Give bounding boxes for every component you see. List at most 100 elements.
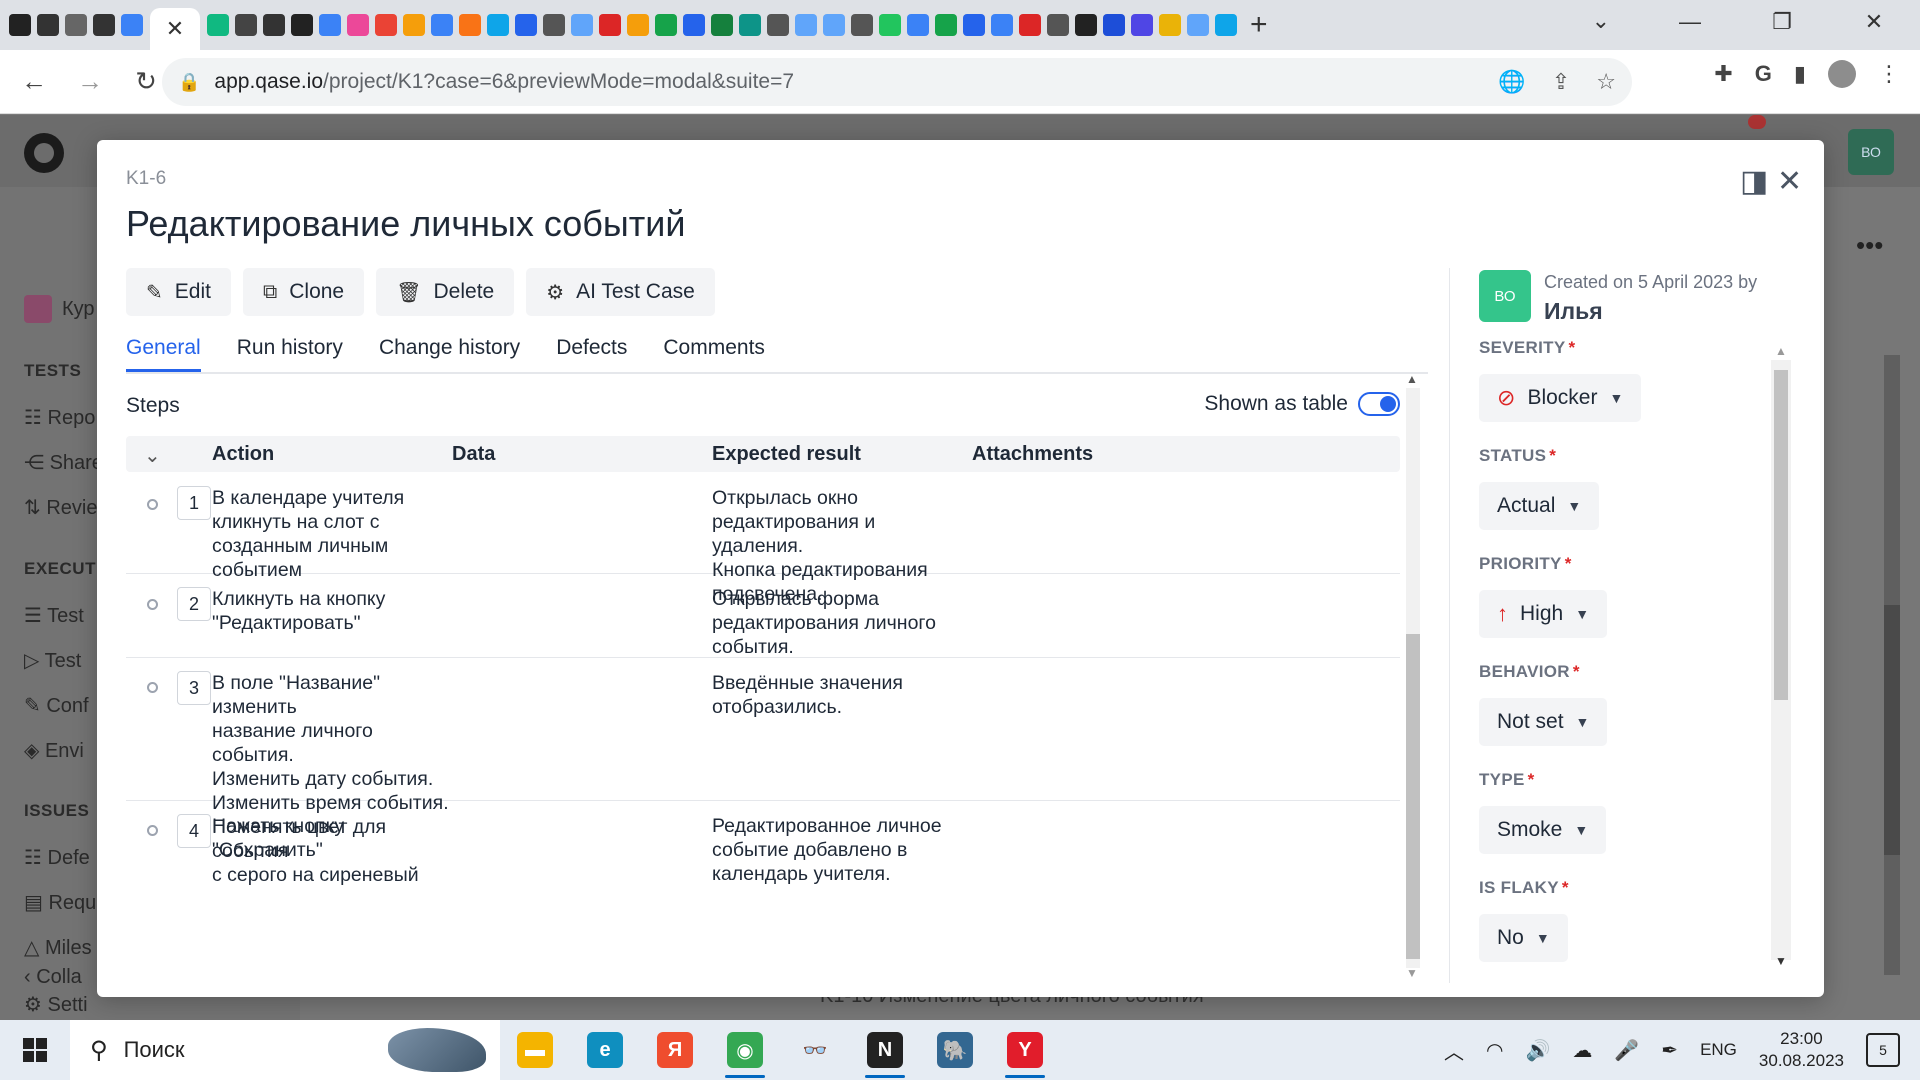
scroll-up-icon[interactable]: ▲ [1775,344,1787,358]
sidebar-item-requirements[interactable]: ▤ Requ [24,890,96,915]
taskbar-app-yandex-browser[interactable]: Y [990,1020,1060,1080]
taskbar-app-file-explorer[interactable]: ▬ [500,1020,570,1080]
favicon-notion-2-icon[interactable] [93,14,115,36]
favicon-9-icon[interactable] [291,14,313,36]
share-icon[interactable]: ⇪ [1552,69,1570,95]
close-icon[interactable]: ✕ [1777,164,1802,199]
taskbar-app-chrome[interactable]: ◉ [710,1020,780,1080]
favicon-31-icon[interactable] [907,14,929,36]
address-bar[interactable]: 🔒 app.qase.io/project/K1?case=6&previewM… [162,58,1632,106]
sidebar-item-settings[interactable]: ⚙ Setti [24,992,88,1017]
browser-menu-icon[interactable]: ⋮ [1878,61,1900,87]
notification-center-icon[interactable]: 5 [1866,1033,1900,1067]
tab-run-history[interactable]: Run history [237,336,343,372]
favicon-24-icon[interactable] [711,14,733,36]
steps-scrollbar[interactable]: ▲ ▼ [1402,372,1422,980]
favicon-16-icon[interactable] [487,14,509,36]
favicon-11-icon[interactable] [347,14,369,36]
favicon-8-icon[interactable] [263,14,285,36]
favicon-10-icon[interactable] [319,14,341,36]
favicon-41-icon[interactable] [1187,14,1209,36]
favicon-google-icon[interactable] [375,14,397,36]
step-drag-handle[interactable] [147,599,158,610]
favicon-27-icon[interactable] [795,14,817,36]
favicon-29-icon[interactable] [851,14,873,36]
delete-button[interactable]: 🗑 Delete [376,268,515,316]
favicon-21-icon[interactable] [627,14,649,36]
side-panel-icon[interactable]: ▮ [1794,61,1806,87]
favicon-30-icon[interactable] [879,14,901,36]
table-row[interactable]: 2 Кликнуть на кнопку "Редактировать" Отк… [126,575,1400,658]
type-select[interactable]: Smoke ▼ [1479,806,1607,854]
tab-change-history[interactable]: Change history [379,336,520,372]
severity-select[interactable]: ⊘ Blocker ▼ [1479,374,1642,422]
taskbar-app-notion[interactable]: N [850,1020,920,1080]
sidebar-project[interactable]: Кур [24,295,95,323]
table-row[interactable]: 4 Нажать кнопку "Сохранить" Редактирован… [126,802,1400,902]
bookmark-star-icon[interactable]: ☆ [1596,69,1616,95]
table-row[interactable]: 3 В поле "Название" изменить название ли… [126,659,1400,886]
favicon-35-icon[interactable] [1019,14,1041,36]
sidebar-item-review[interactable]: ⇅ Revie [24,495,97,520]
microphone-icon[interactable]: 🎤 [1614,1038,1639,1063]
favicon-25-icon[interactable] [739,14,761,36]
favicon-3-icon[interactable] [65,14,87,36]
favicon-20-icon[interactable] [599,14,621,36]
is-flaky-select[interactable]: No ▼ [1479,914,1568,962]
extensions-puzzle-icon[interactable]: ✚ [1714,61,1732,87]
priority-select[interactable]: ↑ High ▼ [1479,590,1608,638]
favicon-28-icon[interactable] [823,14,845,36]
minimize-icon[interactable]: — [1644,0,1736,44]
favicon-26-icon[interactable] [767,14,789,36]
scroll-down-icon[interactable]: ▼ [1775,954,1787,968]
behavior-select[interactable]: Not set ▼ [1479,698,1608,746]
language-indicator[interactable]: ENG [1700,1040,1737,1060]
grammarly-icon[interactable]: G [1755,61,1772,87]
shown-as-table-toggle[interactable] [1358,392,1400,416]
favicon-18-icon[interactable] [543,14,565,36]
favicon-22-icon[interactable] [655,14,677,36]
favicon-23-icon[interactable] [683,14,705,36]
start-button[interactable] [0,1020,70,1080]
status-select[interactable]: Actual ▼ [1479,482,1600,530]
sidebar-item-test-plans[interactable]: ▷ Test [24,648,81,673]
tray-overflow-icon[interactable]: ︿ [1444,1036,1464,1065]
step-drag-handle[interactable] [147,682,158,693]
favicon-14-icon[interactable] [431,14,453,36]
ai-test-case-button[interactable]: ⚙ AI Test Case [526,268,715,316]
sidebar-item-shared[interactable]: ⋲ Share [24,450,103,475]
background-scroll-thumb[interactable] [1884,605,1900,855]
tab-search-chevron-icon[interactable]: ⌄ [1592,8,1610,34]
favicon-37-icon[interactable] [1075,14,1097,36]
step-drag-handle[interactable] [147,499,158,510]
taskbar-search[interactable]: ⚲ Поиск [70,1020,500,1080]
tab-general[interactable]: General [126,336,201,372]
more-options-icon[interactable]: ••• [1856,230,1883,261]
favicon-1-icon[interactable] [9,14,31,36]
tab-defects[interactable]: Defects [556,336,627,372]
favicon-7-icon[interactable] [235,14,257,36]
taskbar-app-glasses-app[interactable]: 👓 [780,1020,850,1080]
taskbar-app-postgres[interactable]: 🐘 [920,1020,990,1080]
sidebar-item-configurations[interactable]: ✎ Conf [24,693,89,718]
favicon-32-icon[interactable] [935,14,957,36]
favicon-15-icon[interactable] [459,14,481,36]
favicon-42-icon[interactable] [1215,14,1237,36]
sidebar-item-defects[interactable]: ☷ Defe [24,845,90,870]
volume-icon[interactable]: 🔊 [1525,1038,1550,1063]
favicon-13-icon[interactable] [403,14,425,36]
favicon-33-icon[interactable] [963,14,985,36]
taskbar-app-yandex[interactable]: Я [640,1020,710,1080]
side-panel-toggle-icon[interactable]: ◨ [1740,164,1768,199]
scroll-thumb[interactable] [1406,634,1420,959]
favicon-notion-icon[interactable] [37,14,59,36]
scroll-thumb[interactable] [1774,370,1788,700]
scroll-down-icon[interactable]: ▼ [1406,966,1418,980]
qase-logo-icon[interactable] [24,133,64,173]
scroll-up-icon[interactable]: ▲ [1406,372,1418,386]
favicon-39-icon[interactable] [1131,14,1153,36]
sidebar-item-milestones[interactable]: △ Miles [24,935,92,960]
active-tab-close-icon[interactable]: ✕ [150,8,200,50]
favicon-40-icon[interactable] [1159,14,1181,36]
back-arrow-icon[interactable]: ← [12,60,56,104]
